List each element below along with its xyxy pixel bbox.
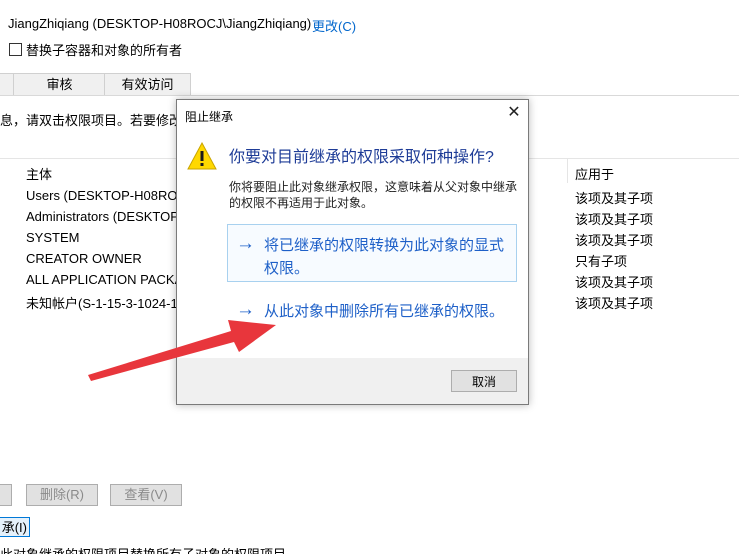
permissions-description: 息，请双击权限项目。若要修改: [0, 113, 183, 128]
column-header-applies-to[interactable]: 应用于: [575, 164, 614, 183]
close-icon[interactable]: ✕: [505, 104, 523, 122]
cancel-button[interactable]: 取消: [451, 370, 517, 392]
remove-button[interactable]: 删除(R): [26, 484, 98, 506]
convert-inherited-option[interactable]: → 将已继承的权限转换为此对象的显式权限。: [227, 224, 517, 282]
dialog-question: 你要对目前继承的权限采取何种操作?: [229, 149, 494, 166]
dialog-info-text: 你将要阻止此对象继承权限，这意味着从父对象中继承的权限不再适用于此对象。: [229, 180, 518, 210]
table-row-applies-to: 该项及其子项: [575, 275, 654, 290]
tab-strip: 审核 有效访问: [0, 73, 191, 96]
table-row-applies-to: 该项及其子项: [575, 233, 654, 248]
owner-label: JiangZhiqiang (DESKTOP-H08ROCJ\JiangZhiq…: [8, 16, 312, 31]
tab-auditing[interactable]: 审核: [13, 73, 106, 96]
column-separator[interactable]: [567, 159, 568, 183]
table-row-principal[interactable]: Administrators (DESKTOP-: [26, 209, 183, 224]
view-button[interactable]: 查看(V): [110, 484, 182, 506]
arrow-right-icon: →: [236, 233, 255, 254]
replace-owner-label: 替换子容器和对象的所有者: [26, 43, 183, 58]
warning-icon: [187, 142, 217, 170]
table-row-principal[interactable]: 未知帐户(S-1-15-3-1024-10: [26, 293, 185, 312]
add-button[interactable]: [0, 484, 12, 506]
table-row-applies-to: 该项及其子项: [575, 296, 654, 311]
tab-effective-access[interactable]: 有效访问: [104, 73, 191, 96]
table-row-applies-to: 该项及其子项: [575, 212, 654, 227]
table-row-principal[interactable]: Users (DESKTOP-H08ROC: [26, 188, 187, 203]
table-row-applies-to: 该项及其子项: [575, 191, 654, 206]
table-row-principal[interactable]: ALL APPLICATION PACKAC: [26, 272, 193, 287]
dialog-title: 阻止继承: [185, 110, 234, 124]
convert-inherited-label: 将已继承的权限转换为此对象的显式权限。: [264, 237, 505, 277]
remove-inherited-label: 从此对象中删除所有已继承的权限。: [264, 303, 505, 320]
remove-inherited-option[interactable]: → 从此对象中删除所有已继承的权限。: [227, 290, 517, 348]
block-inheritance-dialog: 阻止继承 ✕ 你要对目前继承的权限采取何种操作? 你将要阻止此对象继承权限，这意…: [176, 99, 529, 405]
replace-child-permissions-label[interactable]: 此对象继承的权限项目替换所有子对象的权限项目: [0, 548, 286, 554]
tab-divider: [0, 95, 739, 96]
column-header-principal[interactable]: 主体: [26, 164, 52, 183]
arrow-right-icon: →: [236, 299, 255, 320]
change-owner-link[interactable]: 更改(C): [312, 16, 356, 35]
table-row-principal[interactable]: CREATOR OWNER: [26, 251, 142, 266]
table-row-applies-to: 只有子项: [575, 254, 628, 269]
disable-inheritance-button[interactable]: 承(I): [0, 517, 30, 537]
table-row-principal[interactable]: SYSTEM: [26, 230, 79, 245]
replace-owner-checkbox[interactable]: [9, 43, 22, 56]
